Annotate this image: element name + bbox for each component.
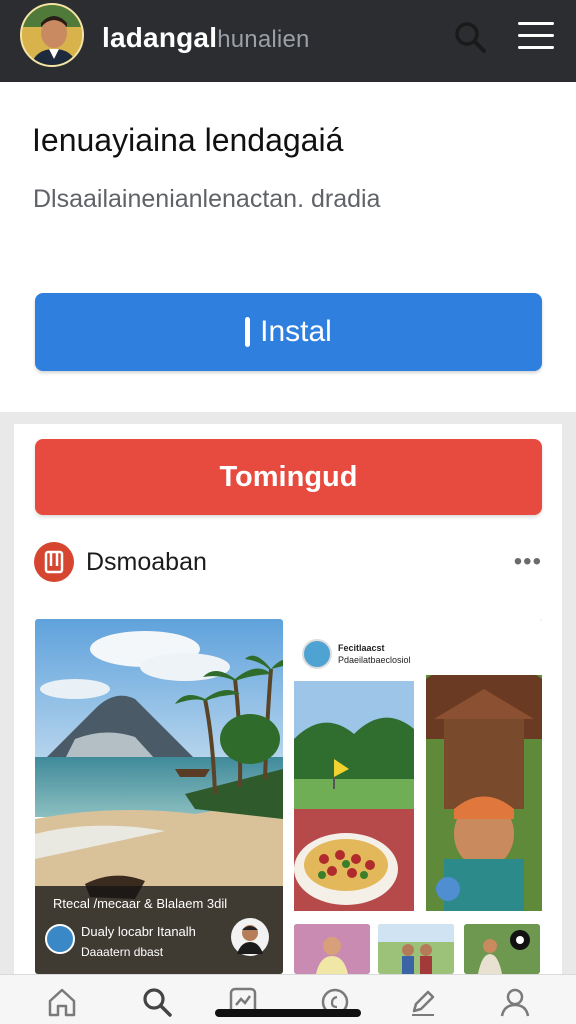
person-avatar (237, 925, 263, 954)
post-header: Dsmoaban ••• (34, 542, 544, 584)
search-icon[interactable] (452, 19, 488, 55)
app-description: Dlsaailainenianlenactan. dradia (33, 185, 381, 213)
menu-bar (518, 22, 554, 25)
follow-button-label: Tomingud (219, 460, 358, 493)
collage-header: Fecitlaacst Pdaeilatbaeclosiol (294, 619, 542, 675)
photo-caption: Rtecal /mecaar & Blalaem 3dil Dualy loca… (35, 886, 283, 974)
app-name-suffix: hunalien (217, 26, 310, 53)
thumbnail-row (294, 924, 542, 974)
page-title: Ienuayiaina lendagaiá (32, 122, 344, 158)
thumbnail[interactable] (294, 924, 370, 974)
thumbnail-photo (464, 924, 540, 974)
avatar[interactable] (20, 3, 84, 67)
top-bar: ladangalhunalien (0, 0, 576, 82)
profile-icon[interactable] (498, 985, 532, 1019)
post-author-name[interactable]: Dsmoaban (86, 548, 207, 577)
caption-avatar[interactable] (45, 924, 75, 954)
thumbnail-photo (294, 924, 370, 974)
post-photo-collage[interactable]: Fecitlaacst Pdaeilatbaeclosiol (294, 619, 542, 915)
shop-icon (44, 550, 64, 574)
app-name-primary: ladangal (102, 22, 218, 53)
thumbnail[interactable] (464, 924, 540, 974)
caption-avatar-secondary[interactable] (231, 918, 269, 956)
caption-line-1: Rtecal /mecaar & Blalaem 3dil (53, 896, 228, 911)
caption-line-3: Daaatern dbast (81, 945, 164, 959)
thumbnail-photo (378, 924, 454, 974)
cursor-icon (245, 317, 251, 347)
caption-line-2: Dualy locabr Itanalh (81, 924, 196, 939)
collage-subtitle: Pdaeilatbaeclosiol (338, 655, 411, 665)
edit-icon[interactable] (406, 985, 440, 1019)
user-avatar (22, 5, 82, 65)
home-icon[interactable] (45, 985, 79, 1019)
follow-button[interactable]: Tomingud (35, 439, 542, 515)
search-icon[interactable] (140, 985, 174, 1019)
feed-card: Tomingud Dsmoaban ••• Rtecal /mecaar & B… (14, 424, 562, 984)
menu-bar (518, 46, 554, 49)
hamburger-menu-icon[interactable] (518, 22, 554, 52)
post-author-avatar[interactable] (34, 542, 74, 582)
thumbnail[interactable] (378, 924, 454, 974)
menu-bar (518, 34, 554, 37)
install-button[interactable]: Instal (35, 293, 542, 371)
app-name: ladangalhunalien (102, 22, 310, 54)
home-indicator (215, 1009, 361, 1017)
post-photo-main[interactable]: Rtecal /mecaar & Blalaem 3dil Dualy loca… (35, 619, 283, 974)
collage-title: Fecitlaacst (338, 643, 385, 653)
install-card: Ienuayiaina lendagaiá Dlsaailainenianlen… (0, 82, 576, 412)
more-options-icon[interactable]: ••• (514, 548, 542, 576)
install-button-label: Instal (260, 315, 332, 348)
collage-avatar[interactable] (302, 639, 332, 669)
